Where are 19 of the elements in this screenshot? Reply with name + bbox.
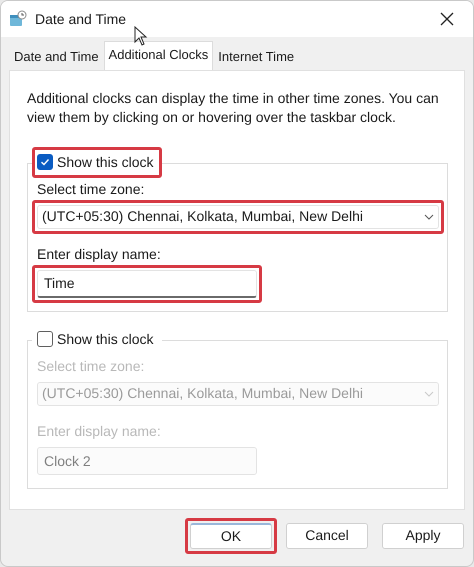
chevron-down-icon <box>424 214 434 220</box>
field-label: Select time zone: <box>37 356 146 376</box>
description-text: Additional clocks can display the time in other time zones. You can view them by clicking on or hovering over the taskbar clock. <box>27 88 440 126</box>
window-title: Date and Time <box>35 10 126 28</box>
tab[interactable]: Date and Time <box>9 44 104 70</box>
close-icon <box>440 12 454 26</box>
field-label: Enter display name: <box>37 244 162 264</box>
tab[interactable]: Additional Clocks <box>104 41 214 70</box>
dialog-button[interactable]: Apply <box>382 522 464 548</box>
tab[interactable]: Internet Time <box>213 44 300 70</box>
dialog-button[interactable]: Cancel <box>286 522 368 548</box>
display-name-field[interactable]: Time <box>37 270 257 298</box>
field-label: Select time zone: <box>37 180 146 198</box>
clock-icon <box>9 10 27 28</box>
time-zone-dropdown[interactable]: (UTC+05:30) Chennai, Kolkata, Mumbai, New Delhi <box>37 204 439 228</box>
field-label: Enter display name: <box>37 422 162 441</box>
checkmark-icon <box>40 157 50 167</box>
chevron-down-icon <box>424 390 434 396</box>
dialog-button[interactable]: OK <box>190 522 272 548</box>
